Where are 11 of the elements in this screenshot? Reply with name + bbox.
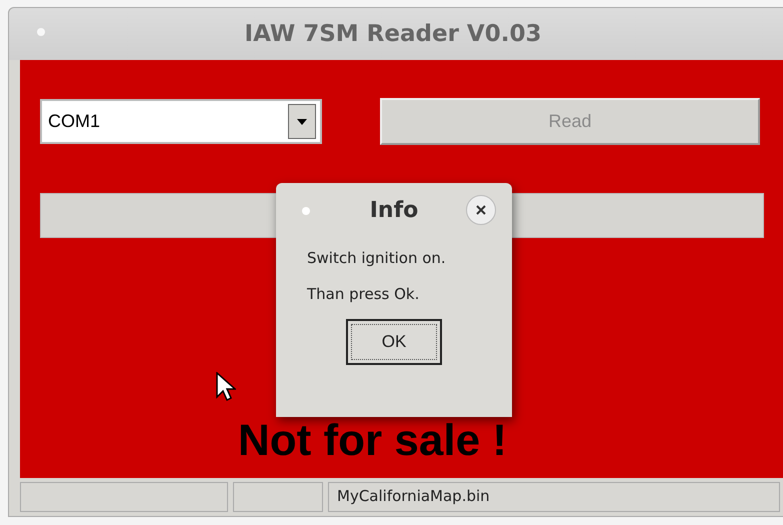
close-button[interactable] bbox=[466, 195, 496, 225]
port-dropdown[interactable]: COM1 bbox=[40, 99, 322, 144]
banner-text: Not for sale ! bbox=[238, 416, 507, 466]
dialog-message: Than press Ok. bbox=[306, 285, 420, 303]
dialog-message: Switch ignition on. bbox=[306, 249, 446, 267]
dialog-title: Info bbox=[370, 198, 418, 222]
status-text: MyCaliforniaMap.bin bbox=[337, 487, 490, 505]
window-title: IAW 7SM Reader V0.03 bbox=[244, 21, 542, 47]
mouse-cursor-icon bbox=[216, 372, 236, 402]
ok-button[interactable]: OK bbox=[346, 319, 442, 365]
close-icon bbox=[475, 204, 487, 216]
